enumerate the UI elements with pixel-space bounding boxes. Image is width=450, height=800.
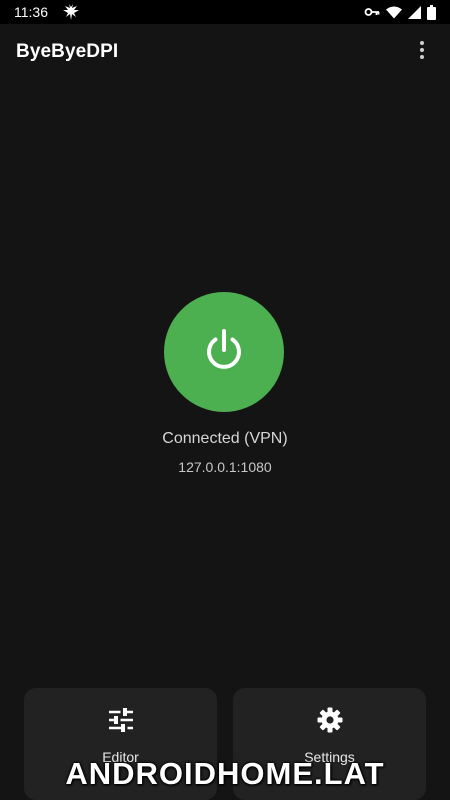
editor-label: Editor: [102, 749, 139, 765]
status-time: 11:36: [14, 4, 48, 20]
status-bar: 11:36: [0, 0, 450, 24]
sliders-icon: [107, 706, 135, 734]
power-toggle-button[interactable]: [164, 292, 284, 412]
wifi-icon: [386, 6, 402, 19]
vpn-key-icon: [364, 6, 380, 18]
settings-label: Settings: [304, 749, 355, 765]
bird-logo-icon: [62, 4, 80, 20]
app-title: ByeByeDPI: [16, 41, 119, 62]
cellular-signal-icon: [408, 5, 421, 19]
status-icons: [364, 4, 436, 20]
connection-status: Connected (VPN): [162, 430, 288, 447]
app-screen: 11:36 ByeByeDPI Connected (VPN) 127.0.0.…: [0, 0, 450, 800]
proxy-address: 127.0.0.1:1080: [178, 459, 272, 475]
editor-button[interactable]: Editor: [24, 688, 217, 800]
gear-icon: [316, 706, 344, 734]
app-bar: ByeByeDPI: [0, 24, 450, 80]
battery-icon: [427, 4, 436, 20]
settings-button[interactable]: Settings: [233, 688, 426, 800]
more-options-button[interactable]: [410, 40, 434, 64]
more-vert-icon: [420, 40, 424, 64]
power-icon: [200, 326, 248, 379]
